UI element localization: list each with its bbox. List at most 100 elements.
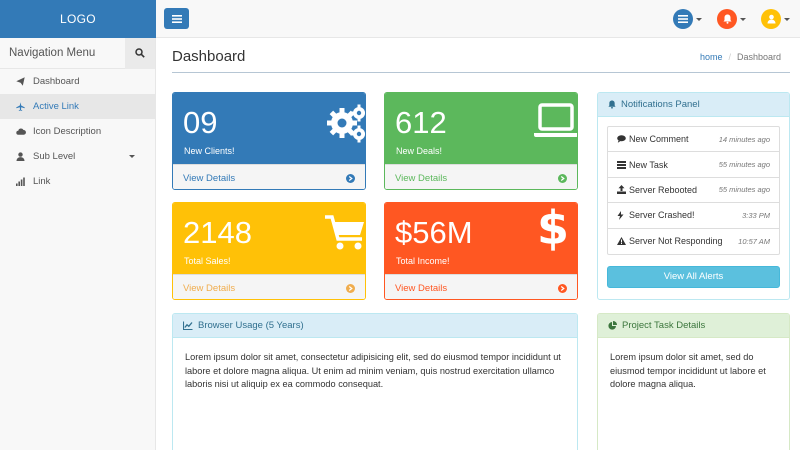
arrow-circle-right-icon — [346, 173, 355, 183]
sidebar-item-link[interactable]: Link — [0, 169, 155, 194]
sidebar-item-label: Icon Description — [33, 126, 102, 137]
notification-time: 55 minutes ago — [718, 160, 770, 170]
sidebar-item-label: Active Link — [33, 101, 79, 112]
user-icon — [16, 152, 28, 161]
panel-title: Notifications Panel — [621, 99, 700, 110]
line-chart-icon — [183, 321, 193, 330]
alerts-dropdown[interactable] — [717, 8, 746, 30]
cloud-icon — [16, 128, 28, 135]
sidebar-item-label: Sub Level — [33, 151, 76, 162]
tasks-icon — [617, 160, 629, 169]
card-value: 09 — [183, 105, 218, 140]
title-divider — [172, 72, 790, 73]
notification-time: 3:33 PM — [742, 210, 770, 220]
caret-down-icon — [129, 155, 135, 158]
cogs-icon — [327, 104, 365, 143]
paper-plane-icon — [16, 77, 28, 86]
total-income-card: $56M Total Income! $ View Details — [384, 202, 578, 300]
shopping-cart-icon — [325, 215, 364, 250]
signal-icon — [16, 177, 28, 186]
list-icon — [673, 9, 693, 29]
notification-time: 14 minutes ago — [718, 134, 770, 144]
view-details-label: View Details — [183, 172, 236, 184]
breadcrumb-home-link[interactable]: home — [700, 52, 723, 62]
sidebar-header: Navigation Menu — [0, 37, 155, 69]
plane-icon — [16, 102, 28, 111]
laptop-icon — [534, 103, 577, 137]
card-value: 612 — [395, 105, 447, 140]
notification-text: Server Not Responding — [629, 236, 723, 247]
notification-item[interactable]: Server Crashed! 3:33 PM — [608, 203, 779, 229]
menu-icon — [171, 14, 182, 23]
panel-heading: Browser Usage (5 Years) — [173, 314, 577, 338]
view-details-link[interactable]: View Details — [385, 164, 577, 189]
sidebar-item-active-link[interactable]: Active Link — [0, 94, 155, 119]
browser-usage-panel: Browser Usage (5 Years) Lorem ipsum dolo… — [172, 313, 578, 450]
notification-text: New Comment — [629, 134, 689, 145]
notification-item[interactable]: New Task 55 minutes ago — [608, 152, 779, 178]
notification-item[interactable]: Server Rebooted 55 minutes ago — [608, 178, 779, 204]
notifications-panel: Notifications Panel New Comment 14 minut… — [597, 92, 790, 300]
upload-icon — [617, 185, 629, 195]
new-deals-card: 612 New Deals! View Details — [384, 92, 578, 190]
caret-down-icon — [740, 17, 746, 21]
top-navbar — [156, 0, 800, 38]
card-label: New Deals! — [396, 146, 443, 156]
dollar-icon: $ — [536, 202, 569, 255]
panel-title: Project Task Details — [622, 320, 706, 331]
search-button[interactable] — [125, 37, 155, 69]
card-value: $56M — [395, 215, 473, 250]
notification-time: 10:57 AM — [738, 236, 770, 246]
bell-icon — [608, 100, 616, 109]
sidebar: Navigation Menu Dashboard Active Link Ic… — [0, 37, 156, 450]
notification-time: 55 minutes ago — [718, 185, 770, 195]
breadcrumb-separator: / — [728, 52, 731, 62]
view-details-label: View Details — [183, 282, 236, 294]
user-dropdown[interactable] — [761, 8, 790, 30]
sidebar-item-sub-level[interactable]: Sub Level — [0, 144, 155, 169]
logo[interactable]: LOGO — [0, 0, 156, 38]
comment-icon — [617, 135, 629, 143]
card-value: 2148 — [183, 215, 252, 250]
card-label: Total Income! — [396, 256, 450, 266]
breadcrumb-current: Dashboard — [736, 52, 781, 62]
pie-chart-icon — [608, 321, 617, 330]
sidebar-item-dashboard[interactable]: Dashboard — [0, 69, 155, 94]
bell-icon — [717, 9, 737, 29]
view-details-link[interactable]: View Details — [173, 274, 365, 299]
sidebar-item-label: Link — [33, 176, 51, 187]
sidebar-item-label: Dashboard — [33, 76, 80, 87]
sidebar-title: Navigation Menu — [9, 47, 96, 59]
notification-text: Server Crashed! — [629, 210, 695, 221]
panel-body-text: Lorem ipsum dolor sit amet, consectetur … — [185, 352, 561, 389]
new-clients-card: 09 New Clients! View Details — [172, 92, 366, 190]
project-task-panel: Project Task Details Lorem ipsum dolor s… — [597, 313, 790, 450]
page-title: Dashboard — [172, 48, 246, 65]
total-sales-card: 2148 Total Sales! View Details — [172, 202, 366, 300]
view-details-link[interactable]: View Details — [385, 274, 577, 299]
breadcrumb: home / Dashboard — [700, 52, 781, 62]
caret-down-icon — [784, 17, 790, 21]
notification-text: New Task — [629, 159, 668, 170]
view-details-label: View Details — [395, 172, 448, 184]
arrow-circle-right-icon — [558, 173, 567, 183]
sidebar-toggle-button[interactable] — [164, 8, 189, 29]
panel-body-text: Lorem ipsum dolor sit amet, sed do eiusm… — [610, 352, 766, 389]
warning-icon — [617, 237, 629, 246]
panel-title: Browser Usage (5 Years) — [198, 320, 304, 331]
card-label: Total Sales! — [184, 256, 231, 266]
arrow-circle-right-icon — [558, 283, 567, 293]
sidebar-item-icon-description[interactable]: Icon Description — [0, 119, 155, 144]
arrow-circle-right-icon — [346, 283, 355, 293]
view-details-link[interactable]: View Details — [173, 164, 365, 189]
bolt-icon — [617, 210, 629, 220]
search-icon — [135, 48, 145, 58]
notification-text: Server Rebooted — [629, 184, 698, 195]
messages-dropdown[interactable] — [673, 8, 702, 30]
panel-heading: Project Task Details — [598, 314, 789, 338]
notification-item[interactable]: Server Not Responding 10:57 AM — [608, 229, 779, 254]
caret-down-icon — [696, 17, 702, 21]
panel-heading: Notifications Panel — [598, 93, 789, 117]
view-all-alerts-button[interactable]: View All Alerts — [607, 265, 780, 288]
notification-item[interactable]: New Comment 14 minutes ago — [608, 127, 779, 153]
